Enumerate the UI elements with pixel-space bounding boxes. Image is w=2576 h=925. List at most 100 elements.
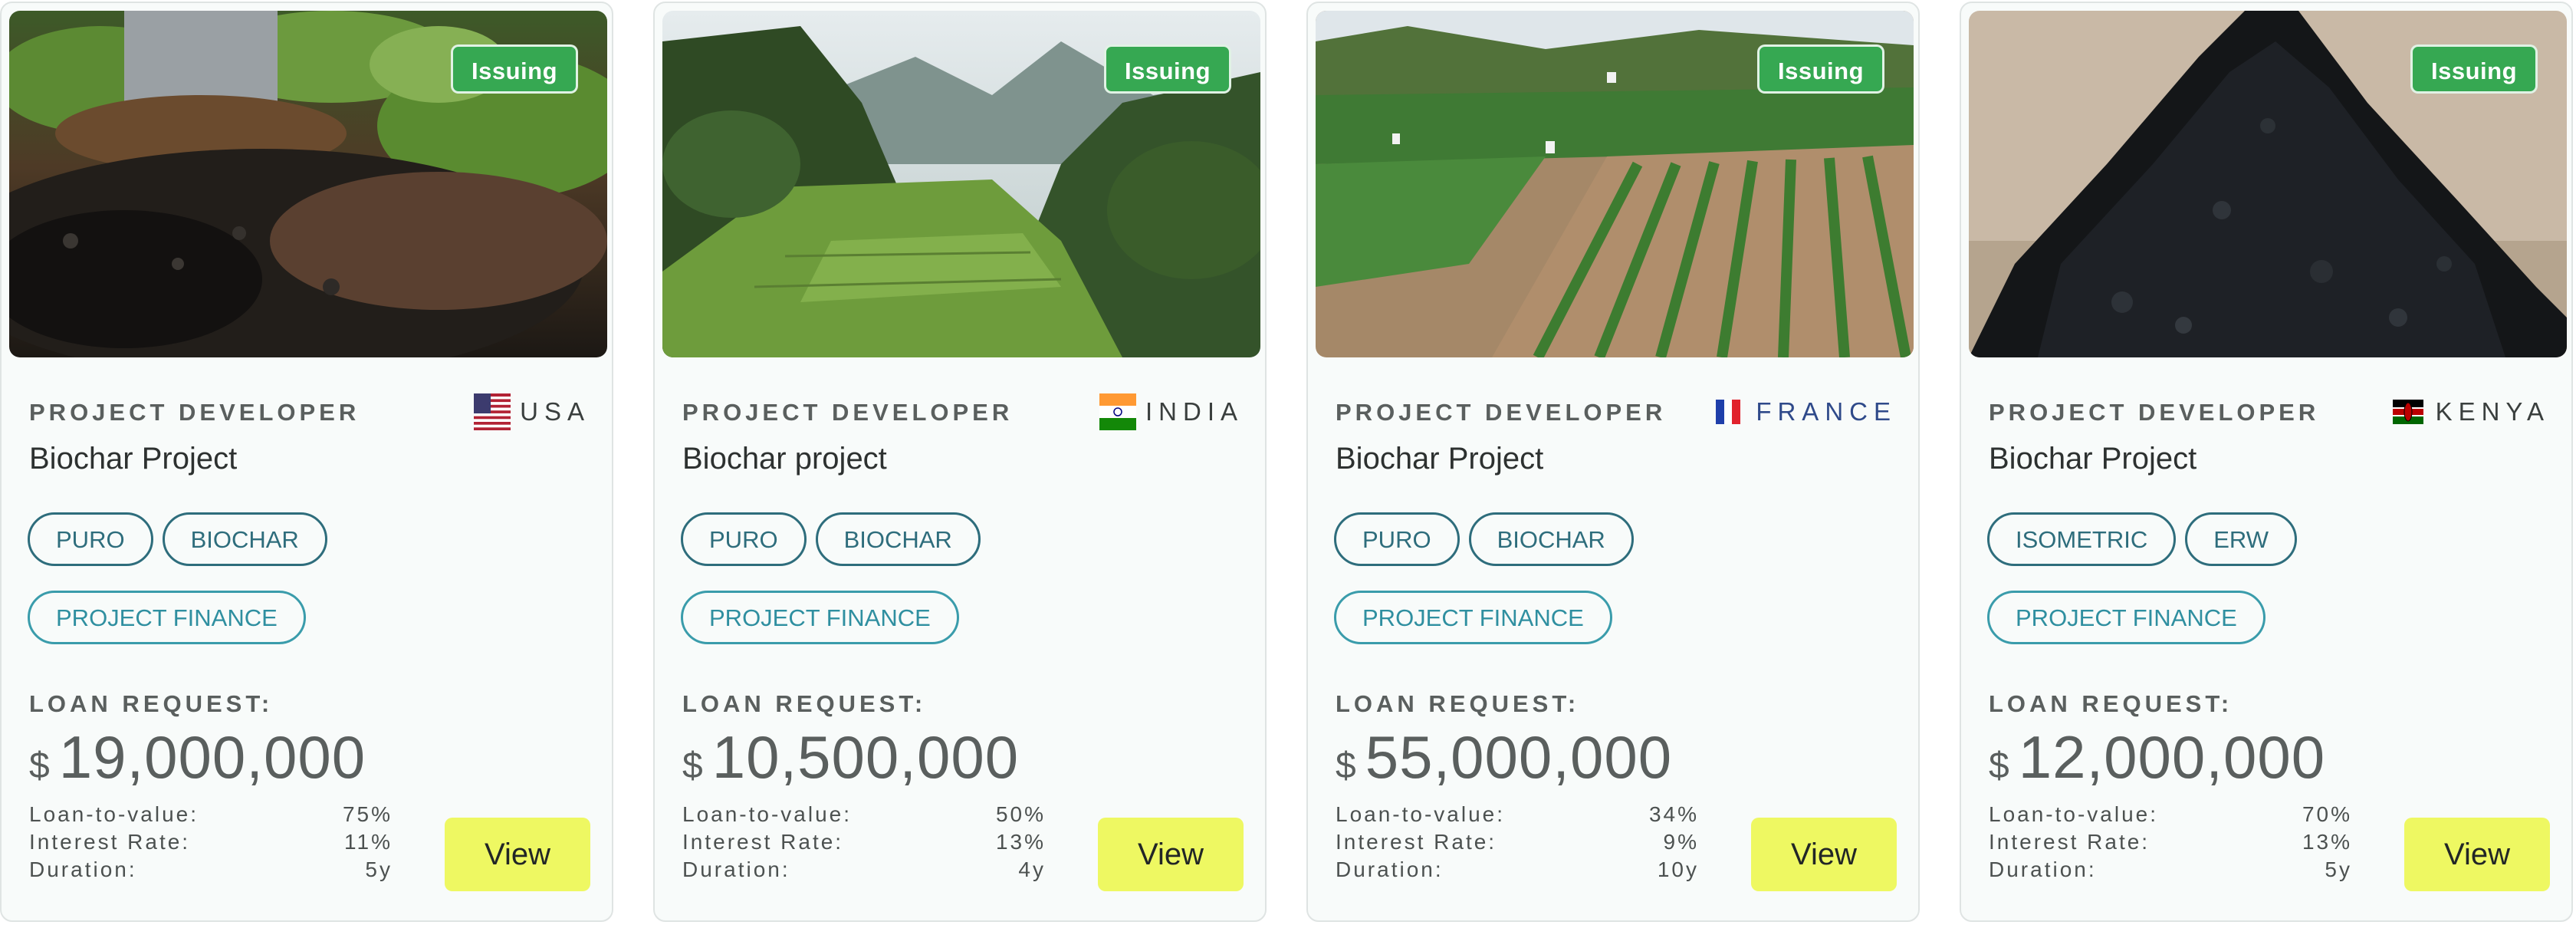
stat-row: Interest Rate: 9%	[1336, 828, 1699, 856]
stat-value: 5y	[2325, 858, 2352, 881]
project-photo: Issuing	[1316, 11, 1914, 357]
stat-label: Duration:	[29, 858, 137, 881]
country-name: FRANCE	[1756, 397, 1897, 426]
stat-label: Loan-to-value:	[1989, 802, 2159, 826]
stat-value: 9%	[1663, 830, 1699, 854]
us-flag-icon	[474, 393, 511, 430]
stat-label: Interest Rate:	[1989, 830, 2150, 854]
stat-label: Interest Rate:	[1336, 830, 1497, 854]
stat-value: 70%	[2302, 802, 2352, 826]
view-button[interactable]: View	[1751, 818, 1897, 891]
stat-value: 4y	[1018, 858, 1046, 881]
currency-symbol: $	[1989, 746, 2009, 786]
tag[interactable]: BIOCHAR	[815, 512, 981, 566]
country-info: KENYA	[2390, 393, 2550, 431]
project-card[interactable]: Issuing PROJECT DEVELOPER KENYA Biochar …	[1960, 2, 2573, 922]
project-name: Biochar Project	[29, 442, 238, 476]
project-photo: Issuing	[9, 11, 607, 357]
country-name: INDIA	[1145, 397, 1244, 426]
project-name: Biochar Project	[1989, 442, 2197, 476]
tag-list: PURO BIOCHAR PROJECT FINANCE	[28, 512, 580, 644]
stat-value: 34%	[1648, 802, 1699, 826]
project-name: Biochar Project	[1336, 442, 1544, 476]
view-button[interactable]: View	[445, 818, 590, 891]
country-info: FRANCE	[1710, 393, 1897, 431]
currency-symbol: $	[682, 746, 703, 786]
status-badge: Issuing	[1756, 44, 1884, 94]
tag[interactable]: PURO	[1334, 512, 1460, 566]
stat-label: Interest Rate:	[682, 830, 844, 854]
amount-value: 55,000,000	[1365, 723, 1673, 791]
tag[interactable]: PROJECT FINANCE	[681, 591, 959, 644]
loan-request-label: LOAN REQUEST:	[1989, 690, 2233, 717]
country-name: USA	[520, 397, 590, 426]
stat-row: Loan-to-value: 50%	[682, 801, 1046, 828]
tag-list: PURO BIOCHAR PROJECT FINANCE	[1334, 512, 1886, 644]
tag[interactable]: ERW	[2185, 512, 2297, 566]
stat-row: Interest Rate: 13%	[682, 828, 1046, 856]
tag-list: ISOMETRIC ERW PROJECT FINANCE	[1987, 512, 2539, 644]
stat-label: Loan-to-value:	[682, 802, 853, 826]
project-name: Biochar project	[682, 442, 887, 476]
tag[interactable]: PROJECT FINANCE	[28, 591, 306, 644]
stat-row: Duration: 10y	[1336, 856, 1699, 884]
tag[interactable]: PURO	[681, 512, 807, 566]
stat-value: 50%	[995, 802, 1046, 826]
loan-amount: $ 55,000,000	[1336, 723, 1672, 792]
stat-value: 13%	[995, 830, 1046, 854]
project-card[interactable]: Issuing PROJECT DEVELOPER FRANCE Biochar…	[1306, 2, 1920, 922]
developer-label: PROJECT DEVELOPER	[29, 399, 360, 426]
country-name: KENYA	[2435, 397, 2550, 426]
country-info: INDIA	[1099, 393, 1244, 431]
tag[interactable]: BIOCHAR	[1468, 512, 1634, 566]
developer-label: PROJECT DEVELOPER	[1336, 399, 1667, 426]
stat-label: Duration:	[1336, 858, 1444, 881]
project-card[interactable]: Issuing PROJECT DEVELOPER USA Biochar Pr	[0, 2, 613, 922]
stat-label: Duration:	[1989, 858, 2097, 881]
stat-label: Duration:	[682, 858, 790, 881]
loan-stats: Loan-to-value: 34% Interest Rate: 9% Dur…	[1336, 801, 1699, 884]
loan-amount: $ 19,000,000	[29, 723, 366, 792]
stat-label: Loan-to-value:	[29, 802, 199, 826]
status-badge: Issuing	[450, 44, 578, 94]
project-photo: Issuing	[1969, 11, 2567, 357]
country-info: USA	[474, 393, 590, 431]
view-button[interactable]: View	[2404, 818, 2550, 891]
status-badge: Issuing	[2410, 44, 2538, 94]
stat-label: Interest Rate:	[29, 830, 191, 854]
loan-request-label: LOAN REQUEST:	[682, 690, 927, 717]
view-button[interactable]: View	[1098, 818, 1244, 891]
amount-value: 10,500,000	[711, 723, 1020, 791]
stat-row: Duration: 4y	[682, 856, 1046, 884]
developer-label: PROJECT DEVELOPER	[1989, 399, 2320, 426]
stat-value: 5y	[365, 858, 393, 881]
tag[interactable]: ISOMETRIC	[1987, 512, 2177, 566]
loan-amount: $ 10,500,000	[682, 723, 1019, 792]
status-badge: Issuing	[1103, 44, 1231, 94]
stat-row: Interest Rate: 11%	[29, 828, 393, 856]
project-card[interactable]: Issuing PROJECT DEVELOPER INDIA Biochar …	[653, 2, 1267, 922]
india-flag-icon	[1099, 393, 1136, 430]
tag[interactable]: PROJECT FINANCE	[1987, 591, 2266, 644]
stat-row: Duration: 5y	[1989, 856, 2352, 884]
developer-label: PROJECT DEVELOPER	[682, 399, 1014, 426]
loan-stats: Loan-to-value: 70% Interest Rate: 13% Du…	[1989, 801, 2352, 884]
loan-stats: Loan-to-value: 75% Interest Rate: 11% Du…	[29, 801, 393, 884]
tag[interactable]: BIOCHAR	[162, 512, 327, 566]
currency-symbol: $	[1336, 746, 1356, 786]
stat-row: Loan-to-value: 70%	[1989, 801, 2352, 828]
currency-symbol: $	[29, 746, 50, 786]
stat-row: Interest Rate: 13%	[1989, 828, 2352, 856]
stat-row: Duration: 5y	[29, 856, 393, 884]
project-card-grid: Issuing PROJECT DEVELOPER USA Biochar Pr	[0, 0, 2576, 925]
tag[interactable]: PURO	[28, 512, 153, 566]
stat-label: Loan-to-value:	[1336, 802, 1506, 826]
tag[interactable]: PROJECT FINANCE	[1334, 591, 1612, 644]
amount-value: 12,000,000	[2018, 723, 2326, 791]
france-flag-icon	[1710, 393, 1746, 430]
stat-row: Loan-to-value: 34%	[1336, 801, 1699, 828]
amount-value: 19,000,000	[58, 723, 366, 791]
stat-value: 10y	[1657, 858, 1699, 881]
loan-request-label: LOAN REQUEST:	[29, 690, 274, 717]
stat-value: 13%	[2302, 830, 2352, 854]
